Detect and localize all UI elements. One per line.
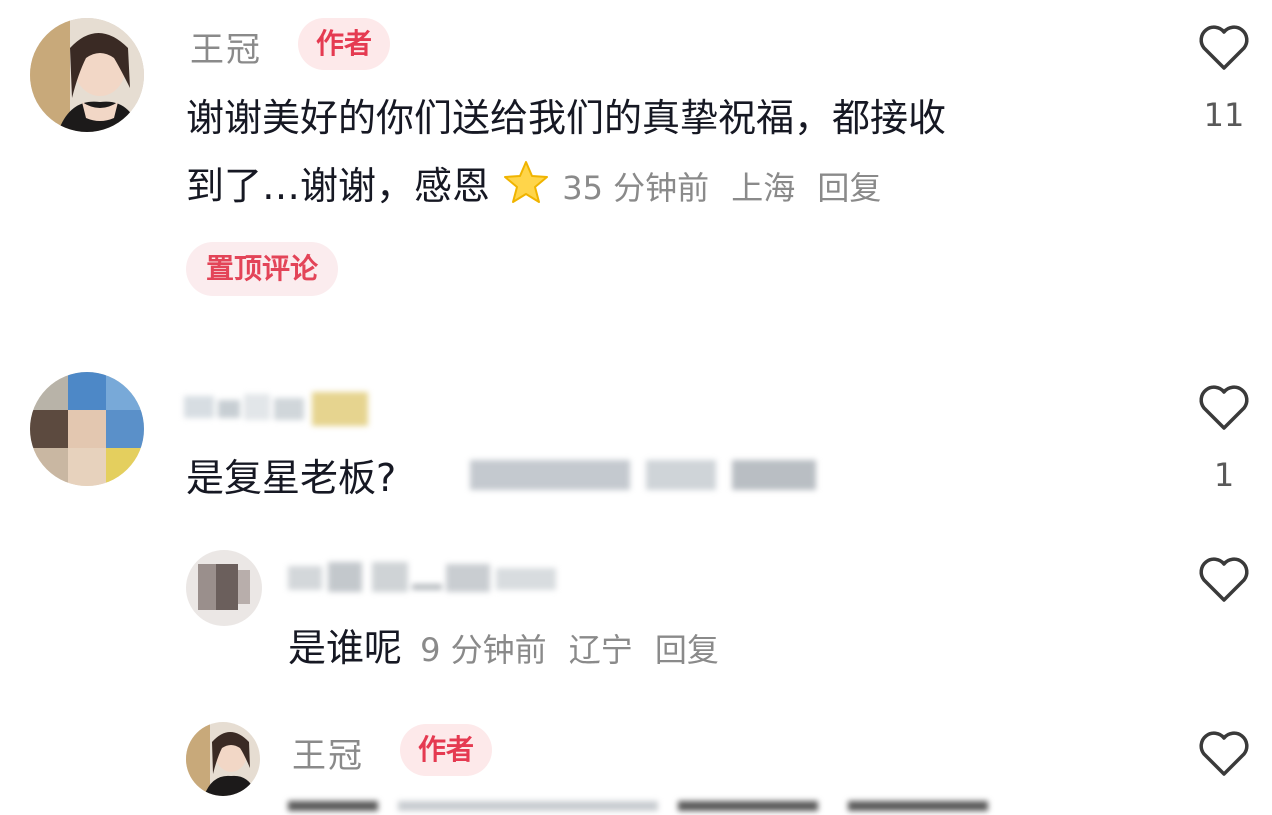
reply-button[interactable]: 回复 bbox=[817, 169, 881, 207]
comment-time: 35 分钟前 bbox=[562, 169, 710, 207]
author-avatar-image bbox=[186, 722, 260, 796]
heart-outline-icon[interactable] bbox=[1198, 24, 1250, 72]
pinned-comment-badge: 置顶评论 bbox=[186, 242, 339, 296]
avatar[interactable] bbox=[30, 372, 144, 486]
blurred-text bbox=[470, 452, 816, 498]
comment-text: 是复星老板? bbox=[186, 456, 397, 500]
star-emoji-icon bbox=[502, 159, 550, 207]
avatar[interactable] bbox=[186, 550, 262, 626]
heart-outline-icon[interactable] bbox=[1198, 556, 1250, 604]
reply-text-row: 是谁呢 9 分钟前 辽宁 回复 bbox=[288, 614, 719, 684]
pixelated-avatar-image bbox=[186, 550, 262, 626]
reply-location: 辽宁 bbox=[568, 631, 633, 669]
comment-location: 上海 bbox=[731, 169, 796, 207]
author-avatar-image bbox=[30, 18, 144, 132]
heart-outline-icon[interactable] bbox=[1198, 384, 1250, 432]
author-badge: 作者 bbox=[298, 18, 391, 70]
reply-text: 是谁呢 bbox=[288, 626, 403, 670]
comment-author-name[interactable]: 王冠 bbox=[190, 22, 262, 71]
like-count: 1 bbox=[1213, 456, 1235, 494]
heart-outline-icon[interactable] bbox=[1198, 730, 1250, 778]
author-badge: 作者 bbox=[400, 724, 493, 776]
like-count: 11 bbox=[1203, 96, 1245, 134]
blurred-username bbox=[184, 386, 370, 430]
reply-author-name[interactable]: 王冠 bbox=[292, 728, 364, 777]
comment-text: 谢谢美好的你们送给我们的真挚祝福，都接收 到了…谢谢，感恩 35 分钟前 上海 … bbox=[186, 84, 946, 222]
avatar[interactable] bbox=[186, 722, 260, 796]
comment-text-line-2: 到了…谢谢，感恩 bbox=[186, 164, 491, 208]
reply-time: 9 分钟前 bbox=[420, 631, 547, 669]
blurred-username bbox=[288, 556, 564, 600]
reply-button[interactable]: 回复 bbox=[655, 631, 719, 669]
cut-off-text bbox=[288, 796, 1048, 811]
avatar[interactable] bbox=[30, 18, 144, 132]
pixelated-avatar-image bbox=[30, 372, 144, 486]
comment-text-line: 到了…谢谢，感恩 35 分钟前 上海 回复 bbox=[186, 152, 946, 222]
comment-text-line: 谢谢美好的你们送给我们的真挚祝福，都接收 bbox=[186, 96, 947, 140]
